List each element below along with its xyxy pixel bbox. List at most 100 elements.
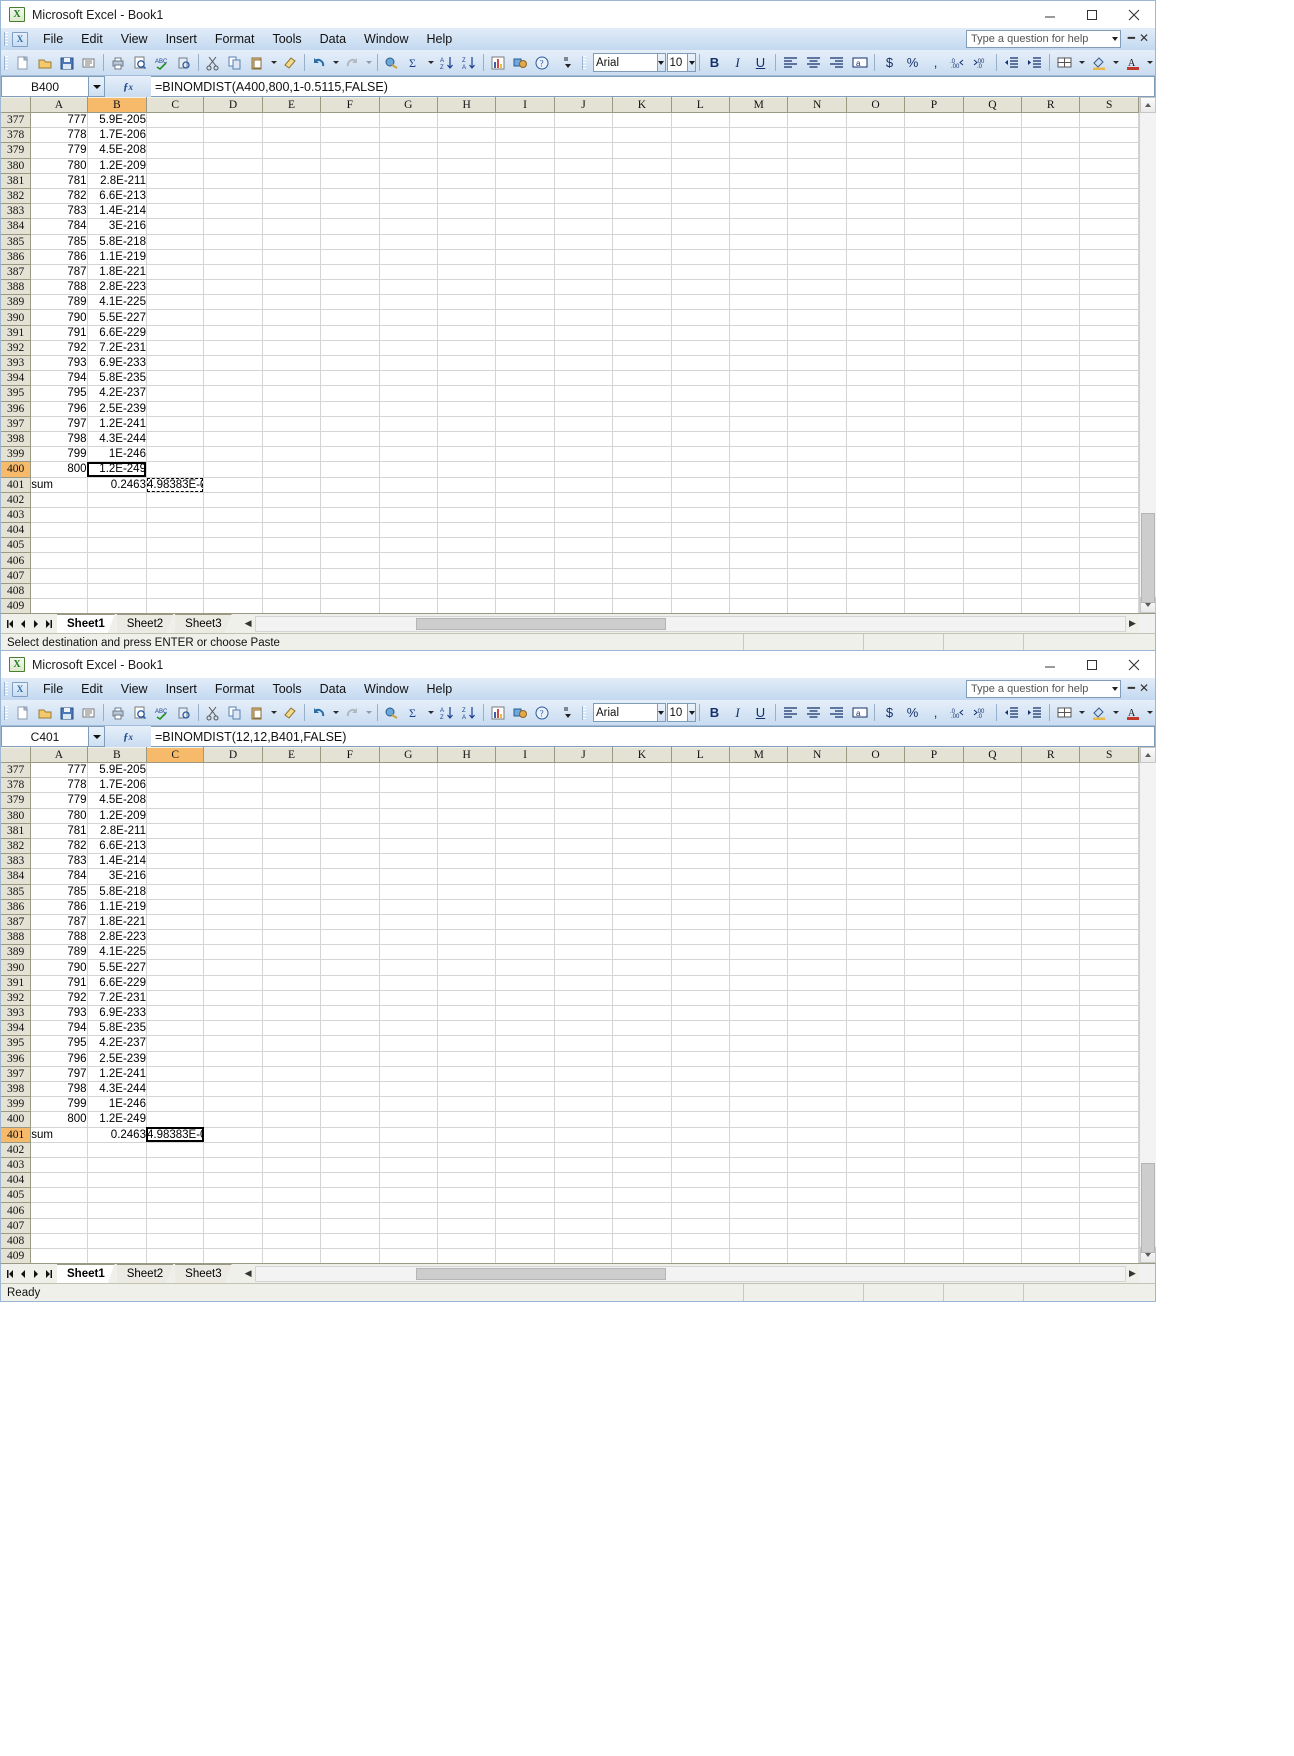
cell-D391[interactable]	[203, 325, 263, 341]
cell-O405[interactable]	[846, 537, 906, 554]
cell-B388[interactable]: 2.8E-223	[87, 279, 147, 296]
cell-B379[interactable]: 4.5E-208	[87, 142, 147, 159]
cell-R378[interactable]	[1021, 127, 1081, 144]
menu-window[interactable]: Window	[355, 678, 417, 700]
cell-C396[interactable]	[146, 1051, 205, 1067]
cell-Q387[interactable]	[963, 914, 1023, 931]
cell-D380[interactable]	[203, 158, 263, 174]
cell-D394[interactable]	[203, 1020, 263, 1037]
menu-help[interactable]: Help	[418, 678, 462, 700]
cell-B394[interactable]: 5.8E-235	[87, 1020, 147, 1037]
cell-B406[interactable]	[87, 1202, 147, 1219]
cell-C385[interactable]	[146, 234, 205, 250]
cell-E390[interactable]	[262, 309, 322, 326]
increase-decimal-icon[interactable]: .0.00	[947, 52, 970, 73]
cell-S396[interactable]	[1079, 1051, 1139, 1067]
cell-Q400[interactable]	[963, 461, 1023, 478]
cell-N397[interactable]	[787, 416, 847, 432]
cell-B393[interactable]: 6.9E-233	[87, 1005, 147, 1022]
row-header-401[interactable]: 401	[1, 477, 32, 493]
cell-I409[interactable]	[495, 598, 555, 613]
cell-R379[interactable]	[1021, 792, 1081, 809]
cell-E404[interactable]	[262, 522, 322, 539]
cell-I383[interactable]	[495, 203, 555, 220]
cell-I397[interactable]	[495, 1066, 555, 1082]
cell-M377[interactable]	[729, 762, 789, 779]
column-header-q[interactable]: Q	[963, 747, 1023, 763]
cell-J385[interactable]	[554, 884, 614, 900]
column-header-b[interactable]: B	[87, 747, 147, 763]
cell-S381[interactable]	[1079, 173, 1139, 189]
cell-C377[interactable]	[146, 762, 205, 779]
cell-S398[interactable]	[1079, 1081, 1139, 1098]
cell-L405[interactable]	[671, 537, 731, 554]
cell-S401[interactable]	[1079, 477, 1139, 493]
cell-K386[interactable]	[612, 249, 672, 265]
cell-H405[interactable]	[437, 1187, 497, 1204]
cell-J396[interactable]	[554, 401, 614, 417]
cell-I405[interactable]	[495, 1187, 555, 1204]
cell-O403[interactable]	[846, 507, 906, 524]
row-header-387[interactable]: 387	[1, 264, 32, 281]
cell-F395[interactable]	[320, 385, 380, 402]
cell-C397[interactable]	[146, 1066, 205, 1082]
cell-O388[interactable]	[846, 279, 906, 296]
decrease-indent-icon[interactable]	[1000, 52, 1023, 73]
standard-toolbar-grip[interactable]	[4, 705, 8, 720]
cell-M389[interactable]	[729, 294, 789, 311]
cell-P389[interactable]	[904, 944, 964, 961]
cell-P403[interactable]	[904, 1157, 964, 1174]
cell-P395[interactable]	[904, 385, 964, 402]
cell-B377[interactable]: 5.9E-205	[87, 112, 147, 129]
cell-F386[interactable]	[320, 249, 380, 265]
cell-I391[interactable]	[495, 325, 555, 341]
cell-N389[interactable]	[787, 944, 847, 961]
cell-S385[interactable]	[1079, 234, 1139, 250]
cell-N394[interactable]	[787, 1020, 847, 1037]
cell-F391[interactable]	[320, 975, 380, 991]
cell-C402[interactable]	[146, 492, 205, 508]
cell-M384[interactable]	[729, 218, 789, 235]
cell-P379[interactable]	[904, 142, 964, 159]
cell-J409[interactable]	[554, 1248, 614, 1263]
cell-A405[interactable]	[30, 1187, 88, 1204]
cell-B385[interactable]: 5.8E-218	[87, 884, 147, 900]
cell-G385[interactable]	[379, 884, 438, 900]
cell-C396[interactable]	[146, 401, 205, 417]
cell-G397[interactable]	[379, 416, 438, 432]
cell-J388[interactable]	[554, 929, 614, 946]
cell-J378[interactable]	[554, 127, 614, 144]
cell-L390[interactable]	[671, 309, 731, 326]
cell-C404[interactable]	[146, 1172, 205, 1189]
cell-G406[interactable]	[379, 1202, 438, 1219]
formatting-toolbar-grip[interactable]	[582, 55, 586, 70]
font-color-dropdown-icon[interactable]	[1144, 702, 1155, 724]
cell-D388[interactable]	[203, 929, 263, 946]
cell-H406[interactable]	[437, 1202, 497, 1219]
cell-S393[interactable]	[1079, 355, 1139, 372]
column-header-e[interactable]: E	[262, 747, 322, 763]
cell-D401[interactable]	[203, 477, 263, 493]
cell-H402[interactable]	[437, 492, 497, 508]
row-header-381[interactable]: 381	[1, 173, 32, 189]
row-header-389[interactable]: 389	[1, 294, 32, 311]
cell-J402[interactable]	[554, 1142, 614, 1158]
cell-K407[interactable]	[612, 1218, 672, 1234]
cell-F379[interactable]	[320, 142, 380, 159]
sort-ascending-icon[interactable]: AZ	[436, 702, 458, 724]
cell-O377[interactable]	[846, 762, 906, 779]
cell-C398[interactable]	[146, 431, 205, 448]
cell-H377[interactable]	[437, 762, 497, 779]
cell-G392[interactable]	[379, 340, 438, 357]
cell-K402[interactable]	[612, 1142, 672, 1158]
cell-D382[interactable]	[203, 188, 263, 205]
cell-N400[interactable]	[787, 461, 847, 478]
cell-C389[interactable]	[146, 294, 205, 311]
cell-S409[interactable]	[1079, 1248, 1139, 1263]
cell-F383[interactable]	[320, 853, 380, 870]
row-header-399[interactable]: 399	[1, 1096, 32, 1113]
cell-Q381[interactable]	[963, 823, 1023, 839]
cell-P401[interactable]	[904, 477, 964, 493]
cell-D395[interactable]	[203, 385, 263, 402]
cell-P384[interactable]	[904, 218, 964, 235]
